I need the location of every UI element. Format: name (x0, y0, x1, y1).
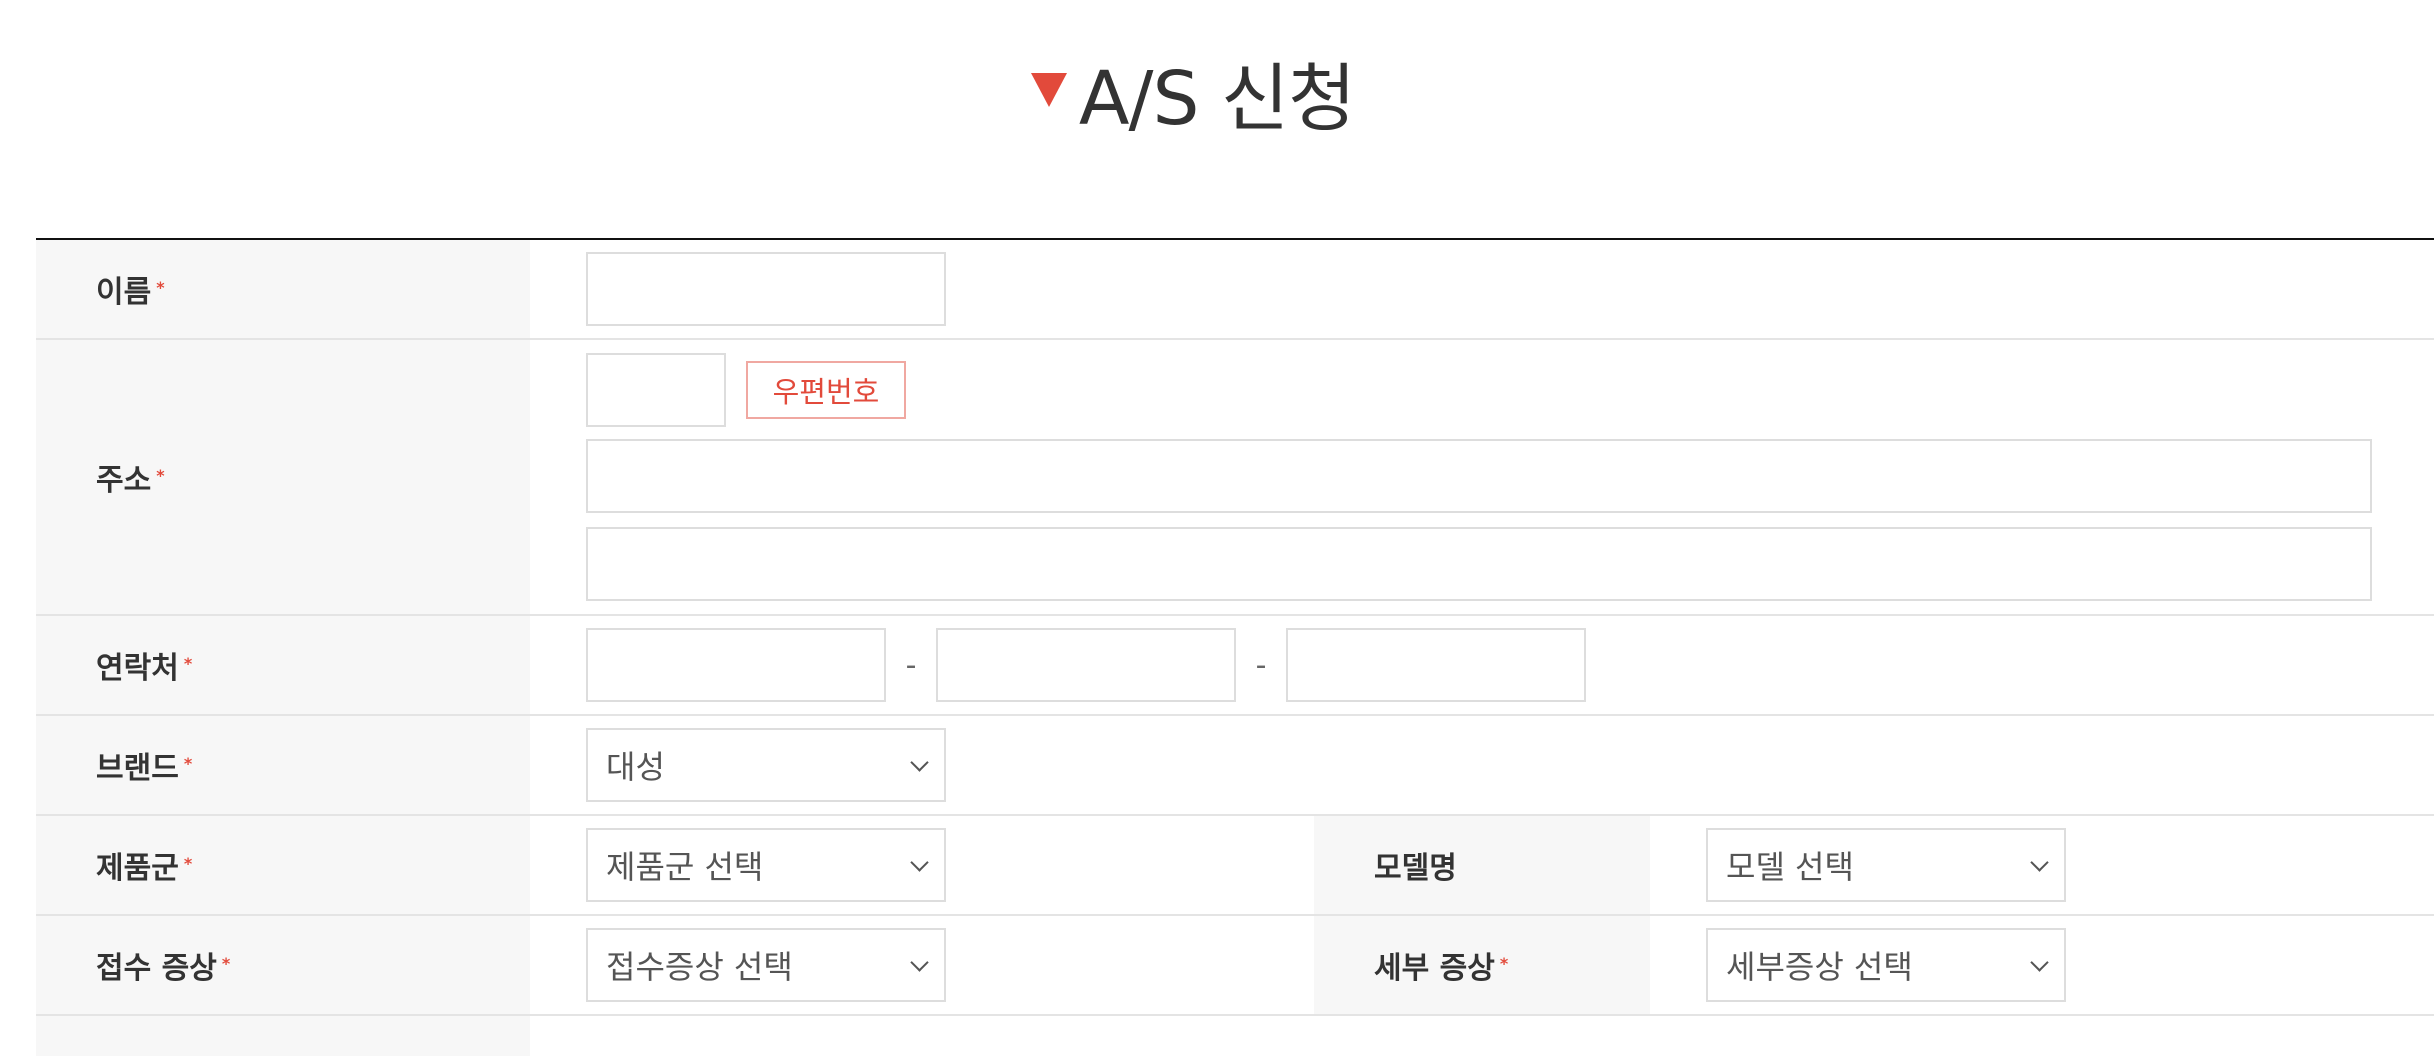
label-product-group-text: 제품군 (96, 851, 179, 886)
value-brand: 대성 (530, 716, 2434, 814)
page-title: A/S 신청 (1030, 55, 1356, 144)
chevron-down-icon (910, 752, 929, 772)
row-symptom: 접수 증상 * 접수증상 선택 세부 증상 * 세부증상 선택 (36, 916, 2434, 1016)
zip-code-input[interactable] (586, 353, 726, 427)
address-line2-input[interactable] (586, 527, 2372, 601)
required-mark: * (183, 653, 193, 673)
value-detail-symptom: 세부증상 선택 (1650, 916, 2434, 1014)
value-address: 우편번호 (530, 340, 2434, 614)
required-mark: * (1499, 953, 1509, 973)
row-address: 주소 * 우편번호 (36, 340, 2434, 616)
detail-symptom-select-value: 세부증상 선택 (1726, 948, 1913, 986)
symptom-select-value: 접수증상 선택 (606, 948, 793, 986)
required-mark: * (183, 853, 193, 873)
page-title-text: A/S 신청 (1078, 56, 1356, 142)
phone-part2-input[interactable] (936, 628, 1236, 702)
value-name (530, 240, 2434, 338)
label-address-text: 주소 (96, 463, 152, 498)
product-group-select[interactable]: 제품군 선택 (586, 828, 946, 902)
page-header: A/S 신청 (0, 55, 2434, 144)
required-mark: * (156, 465, 165, 485)
required-mark: * (183, 753, 193, 773)
phone-separator: - (905, 647, 917, 683)
symptom-select[interactable]: 접수증상 선택 (586, 928, 946, 1002)
chevron-down-icon (910, 952, 929, 972)
product-group-select-value: 제품군 선택 (606, 848, 764, 886)
required-mark: * (156, 277, 165, 297)
label-brand: 브랜드 * (36, 716, 530, 814)
chevron-down-icon (2030, 852, 2049, 872)
detail-symptom-select[interactable]: 세부증상 선택 (1706, 928, 2066, 1002)
label-detail-symptom-text: 세부 증상 (1374, 951, 1495, 986)
value-model: 모델 선택 (1650, 816, 2434, 914)
title-triangle-icon (1030, 73, 1067, 107)
row-name: 이름 * (36, 240, 2434, 340)
brand-select-value: 대성 (606, 748, 665, 786)
model-select-value: 모델 선택 (1726, 848, 1854, 886)
value-product-group: 제품군 선택 (530, 816, 1314, 914)
model-select[interactable]: 모델 선택 (1706, 828, 2066, 902)
value-contact: - - (530, 616, 2434, 714)
address-line1-input[interactable] (586, 439, 2372, 513)
label-contact-text: 연락처 (96, 651, 179, 686)
label-address: 주소 * (36, 340, 530, 614)
label-detail-symptom: 세부 증상 * (1314, 916, 1650, 1014)
label-model-text: 모델명 (1374, 851, 1457, 886)
label-name: 이름 * (36, 240, 530, 338)
label-symptom-text: 접수 증상 (96, 951, 217, 986)
label-contact: 연락처 * (36, 616, 530, 714)
value-next-partial (530, 1016, 2434, 1056)
zip-code-button[interactable]: 우편번호 (746, 361, 906, 419)
label-name-text: 이름 (96, 275, 152, 310)
label-model: 모델명 (1314, 816, 1650, 914)
phone-separator: - (1255, 647, 1267, 683)
label-brand-text: 브랜드 (96, 751, 179, 786)
phone-part1-input[interactable] (586, 628, 886, 702)
label-symptom: 접수 증상 * (36, 916, 530, 1014)
value-symptom: 접수증상 선택 (530, 916, 1314, 1014)
label-product-group: 제품군 * (36, 816, 530, 914)
label-next-partial (36, 1016, 530, 1056)
zip-row: 우편번호 (586, 353, 906, 427)
chevron-down-icon (2030, 952, 2049, 972)
row-contact: 연락처 * - - (36, 616, 2434, 716)
row-brand: 브랜드 * 대성 (36, 716, 2434, 816)
row-product: 제품군 * 제품군 선택 모델명 모델 선택 (36, 816, 2434, 916)
required-mark: * (221, 953, 231, 973)
as-request-form: 이름 * 주소 * 우편번호 연락처 * - - 브랜드 * 대성 제품군 * … (36, 238, 2434, 1056)
phone-part3-input[interactable] (1286, 628, 1586, 702)
chevron-down-icon (910, 852, 929, 872)
name-input[interactable] (586, 252, 946, 326)
row-next-partial (36, 1016, 2434, 1056)
brand-select[interactable]: 대성 (586, 728, 946, 802)
